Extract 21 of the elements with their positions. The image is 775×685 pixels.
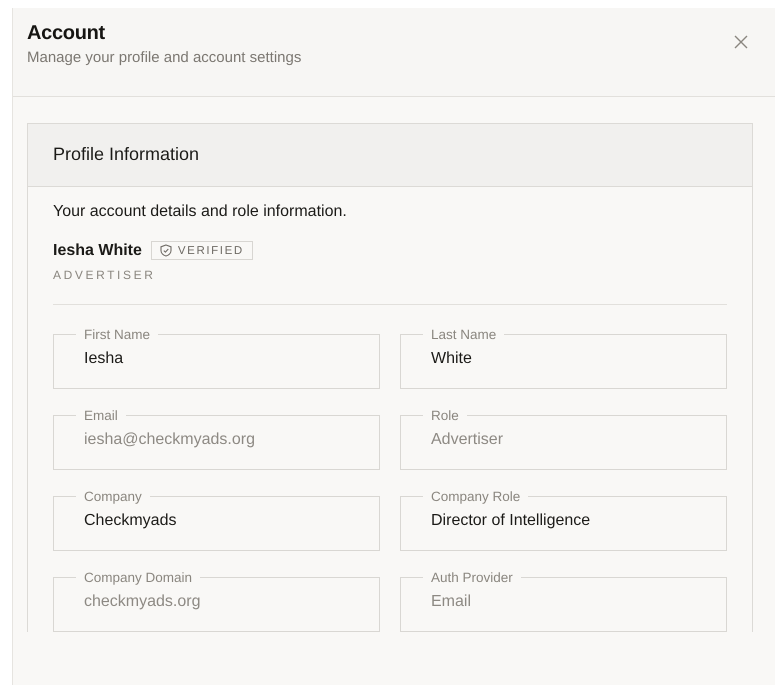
card-description: Your account details and role information. <box>53 203 348 221</box>
badge-label: VERIFIED <box>178 244 244 256</box>
user-name: Iesha White <box>53 242 142 260</box>
text-field[interactable]: Last Name White <box>400 327 727 389</box>
field-value: checkmyads.org <box>84 593 200 611</box>
field-value: iesha@checkmyads.org <box>84 431 255 449</box>
field-value: Email <box>431 593 472 611</box>
text-field[interactable]: Company Role Director of Intelligence <box>400 489 727 551</box>
user-role: ADVERTISER <box>53 268 156 282</box>
field-value: Director of Intelligence <box>431 512 590 530</box>
card-title: Profile Information <box>53 144 200 164</box>
text-field[interactable]: First Name Iesha <box>53 327 380 389</box>
field-value: Advertiser <box>431 431 504 449</box>
field-value: Checkmyads <box>84 512 176 530</box>
close-icon[interactable] <box>733 34 749 50</box>
text-field[interactable]: Company Checkmyads <box>53 489 380 551</box>
dialog-title: Account <box>27 22 106 45</box>
shield-check-icon <box>160 244 172 257</box>
dialog-subtitle: Manage your profile and account settings <box>27 49 302 66</box>
field-value: White <box>431 350 472 368</box>
field-value: Iesha <box>84 350 124 368</box>
